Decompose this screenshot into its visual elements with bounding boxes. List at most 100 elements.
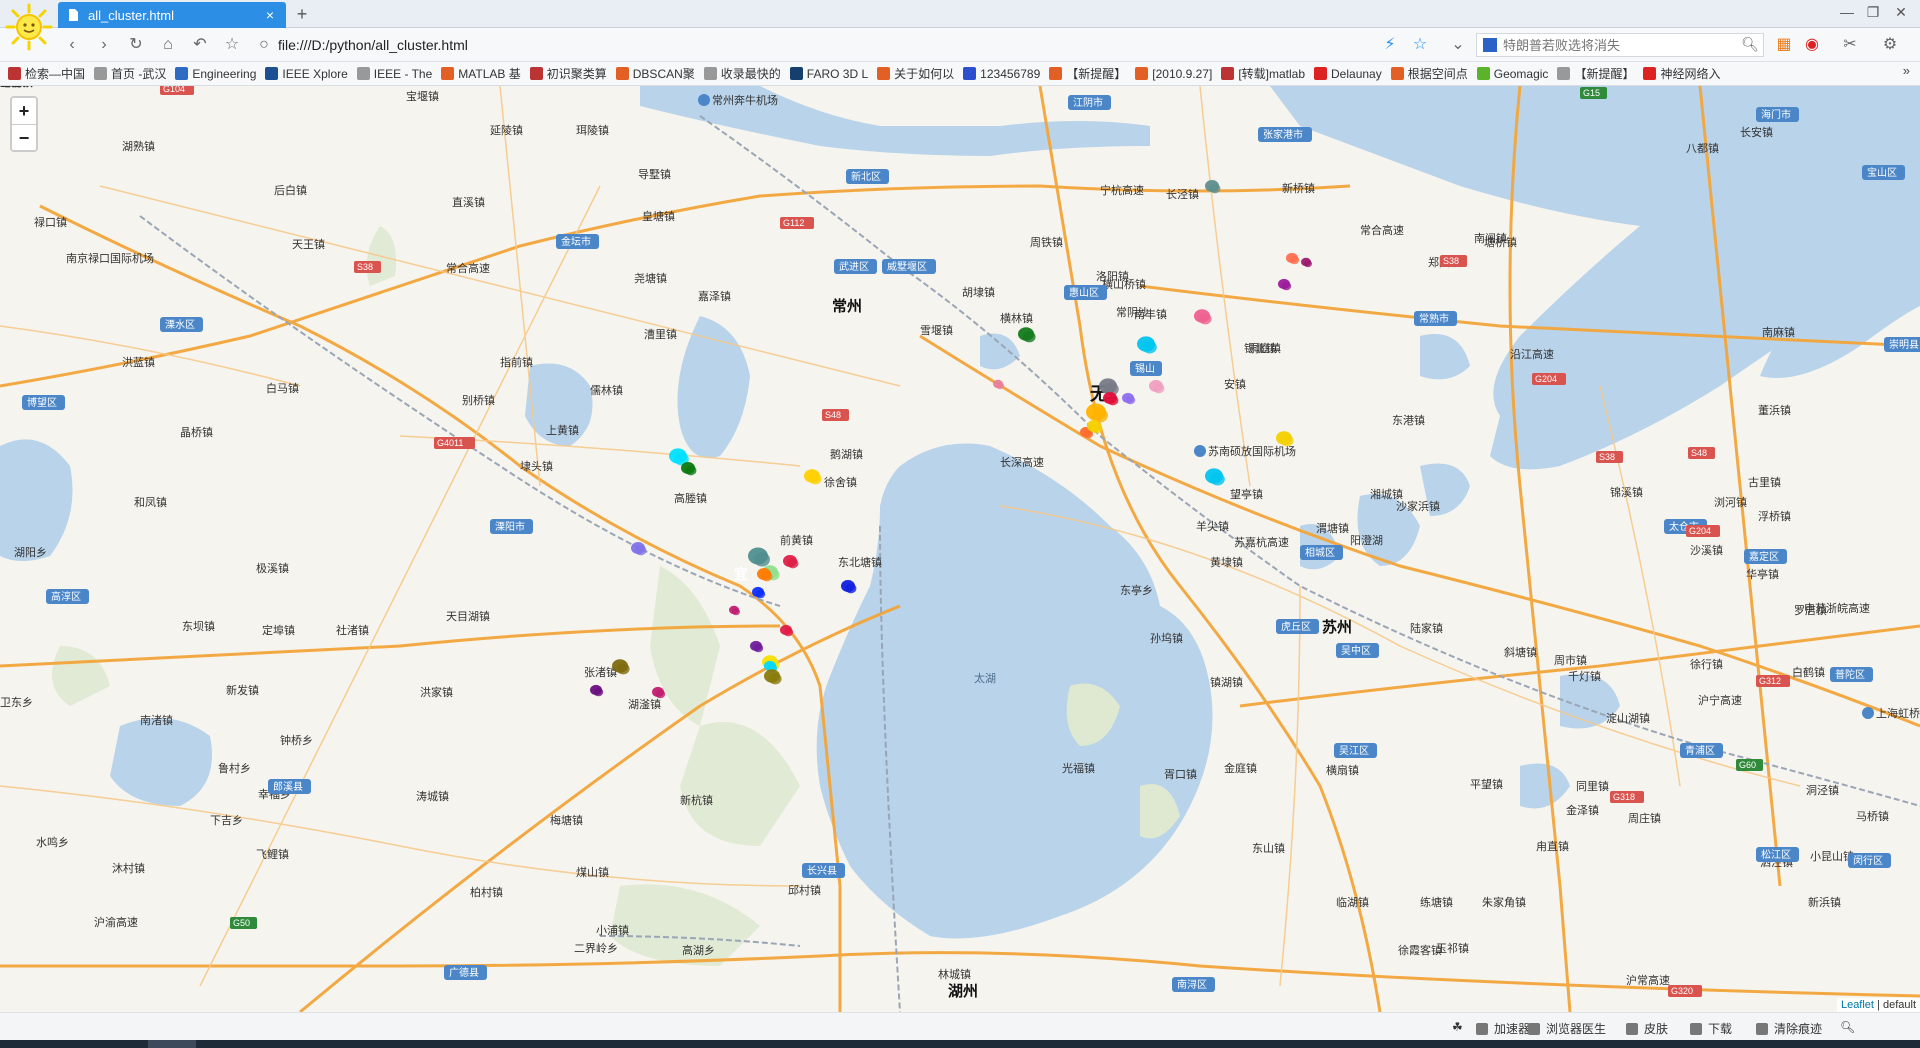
bookmark-item[interactable]: [2010.9.27]	[1135, 67, 1212, 81]
cluster-marker[interactable]	[783, 627, 794, 637]
address-bar[interactable]: file:///D:/python/all_cluster.html	[278, 32, 1448, 58]
cluster-marker[interactable]	[616, 663, 630, 675]
bookmark-item[interactable]: Delaunay	[1314, 67, 1382, 81]
csdn-icon	[1049, 67, 1063, 80]
cluster-marker[interactable]	[787, 558, 799, 569]
cluster-marker[interactable]	[754, 552, 770, 567]
bookmark-item[interactable]: MATLAB 基	[441, 65, 521, 82]
bookmark-star-icon[interactable]: ☆	[1408, 34, 1432, 56]
skin-button[interactable]: 皮肤	[1626, 1020, 1668, 1037]
town-label: 天王镇	[292, 237, 325, 251]
reload-icon[interactable]: ↻	[124, 34, 148, 56]
cluster-marker[interactable]	[1209, 183, 1221, 194]
cluster-marker[interactable]	[808, 473, 822, 485]
tab-all-cluster[interactable]: all_cluster.html ×	[58, 2, 286, 28]
leaflet-map[interactable]: 常州 苏州 湖州 太湖 宝堰镇 延陵镇 珥陵镇 湖熟镇 后白镇 直溪镇 导墅镇 皇塘镇 禄口镇天…	[0, 86, 1920, 1012]
close-tab-icon[interactable]: ×	[262, 7, 278, 23]
c-icon	[1314, 67, 1328, 80]
scissors-icon[interactable]: ✂	[1838, 34, 1862, 56]
status-leaf-icon[interactable]: ☘	[1452, 1020, 1463, 1034]
bookmark-item[interactable]: 【新提醒】	[1557, 65, 1634, 82]
minimize-button[interactable]: —	[1836, 2, 1858, 22]
bookmark-item[interactable]: Engineering	[175, 67, 256, 81]
cluster-marker[interactable]	[1198, 313, 1212, 325]
clear-traces-button[interactable]: 清除痕迹	[1756, 1020, 1822, 1037]
zoom-out-button[interactable]: −	[12, 124, 36, 150]
cluster-marker[interactable]	[1142, 340, 1157, 354]
search-input[interactable]	[1503, 37, 1743, 53]
bookmark-item[interactable]: DBSCAN聚	[615, 65, 695, 82]
download-button[interactable]: 下载	[1690, 1020, 1732, 1037]
search-box[interactable]: 🔍︎	[1476, 33, 1764, 57]
bookmark-item[interactable]: 收录最快的	[703, 65, 781, 82]
favorite-star-icon[interactable]: ☆	[220, 34, 244, 56]
browser-doctor-button[interactable]: 浏览器医生	[1528, 1020, 1606, 1037]
cluster-marker[interactable]	[1125, 395, 1136, 405]
game-icon[interactable]: ◉	[1800, 34, 1824, 56]
undo-icon[interactable]: ↶	[188, 34, 212, 56]
forward-icon[interactable]: ›	[92, 34, 116, 56]
cluster-marker[interactable]	[1289, 255, 1300, 265]
cluster-marker[interactable]	[1280, 435, 1294, 447]
restore-button[interactable]: ❐	[1862, 2, 1884, 22]
cluster-marker[interactable]	[1153, 383, 1165, 394]
cluster-marker[interactable]	[1022, 331, 1036, 343]
gear-icon[interactable]: ⚙	[1878, 34, 1902, 56]
airplane-icon	[1194, 445, 1206, 457]
bookmark-item[interactable]: Geomagic	[1476, 67, 1548, 81]
bookmark-item[interactable]: 检索—中国	[8, 65, 85, 82]
grid-apps-icon[interactable]: ▦	[1772, 34, 1796, 56]
bookmark-item[interactable]: 首页 -武汉	[94, 65, 166, 82]
zoom-level-icon[interactable]: 🔍︎	[1840, 1020, 1855, 1034]
search-icon[interactable]: 🔍︎	[1741, 36, 1759, 53]
svg-text:松江区: 松江区	[1761, 848, 1791, 861]
cluster-marker[interactable]	[635, 545, 647, 556]
highway-label: 常合高速	[446, 261, 490, 275]
town-label: 鲁村乡	[218, 761, 251, 775]
bookmark-item[interactable]: 神经网络入	[1643, 65, 1720, 82]
cluster-marker[interactable]	[1091, 423, 1103, 434]
new-tab-button[interactable]: +	[292, 4, 312, 24]
bookmark-item[interactable]: IEEE Xplore	[265, 67, 348, 81]
cluster-marker[interactable]	[755, 589, 766, 599]
cluster-marker[interactable]	[768, 673, 782, 685]
cluster-marker[interactable]	[1210, 472, 1225, 486]
attribution-text: default	[1882, 999, 1916, 1011]
csdn-icon	[615, 67, 629, 80]
cluster-marker[interactable]	[685, 465, 697, 476]
home-icon[interactable]: ⌂	[156, 34, 180, 56]
cluster-marker[interactable]	[1107, 395, 1119, 406]
cluster-marker[interactable]	[753, 643, 764, 653]
cluster-marker[interactable]	[996, 382, 1004, 390]
town-label: 柏村镇	[470, 885, 503, 899]
cluster-marker[interactable]	[1281, 281, 1292, 291]
zoom-in-button[interactable]: +	[12, 98, 36, 124]
bookmark-item[interactable]: [转载]matlab	[1221, 65, 1305, 82]
leaflet-link[interactable]: Leaflet	[1841, 999, 1874, 1011]
back-icon[interactable]: ‹	[60, 34, 84, 56]
town-label: 南麻镇	[1762, 325, 1795, 339]
town-label: 陆家镇	[1410, 621, 1443, 635]
bookmark-item[interactable]: FARO 3D L	[789, 67, 868, 81]
cluster-marker[interactable]	[732, 608, 740, 616]
district-badge: 郎溪县	[268, 779, 311, 794]
bookmark-item[interactable]: 【新提醒】	[1049, 65, 1126, 82]
town-label: 直溪镇	[452, 195, 485, 209]
cluster-marker[interactable]	[655, 689, 666, 699]
bookmark-item[interactable]: 初识聚类算	[529, 65, 607, 82]
bookmarks-more-icon[interactable]: »	[1903, 63, 1910, 78]
bookmark-item[interactable]: 根据空间点	[1390, 65, 1468, 82]
cluster-marker[interactable]	[761, 571, 773, 582]
cluster-marker[interactable]	[593, 687, 604, 697]
chevron-down-icon[interactable]: ⌄	[1446, 34, 1470, 56]
district-badge: 金坛市	[556, 234, 599, 249]
accelerator-button[interactable]: 加速器	[1476, 1020, 1530, 1037]
close-window-button[interactable]: ✕	[1890, 2, 1912, 22]
town-label: 湖滏镇	[628, 697, 661, 711]
bookmark-item[interactable]: IEEE - The	[356, 67, 432, 81]
bookmark-item[interactable]: 123456789	[963, 67, 1040, 81]
bookmark-item[interactable]: 关于如何以	[877, 65, 954, 82]
lightning-icon[interactable]: ⚡	[1378, 34, 1402, 56]
cluster-marker[interactable]	[1304, 260, 1312, 268]
cluster-marker[interactable]	[845, 583, 857, 594]
